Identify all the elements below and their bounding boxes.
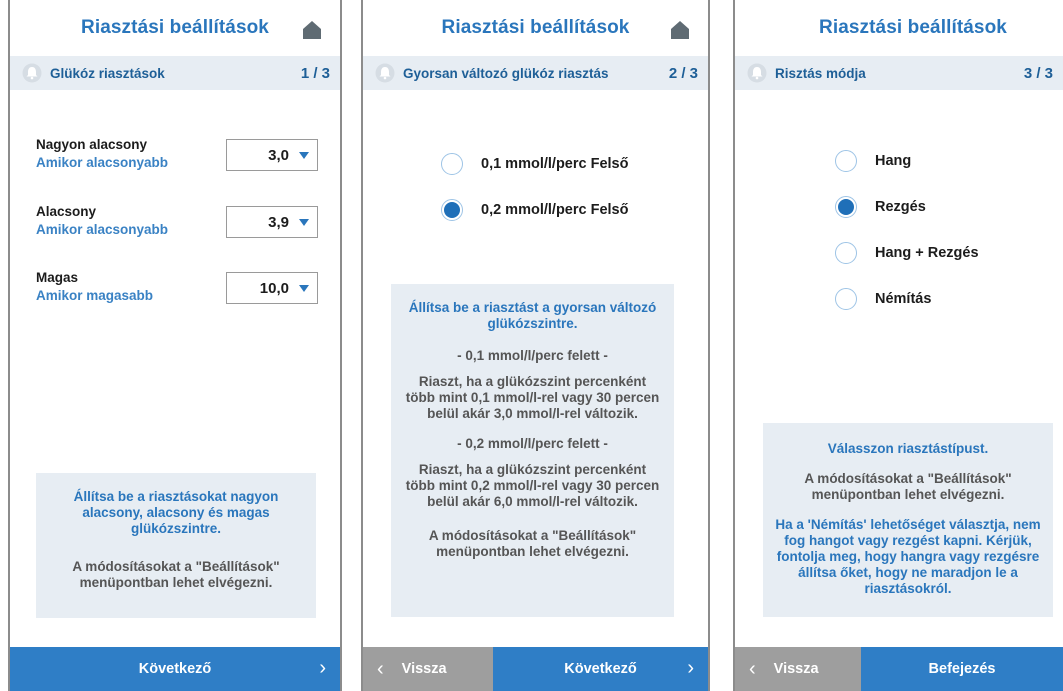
home-icon[interactable] [670, 20, 690, 40]
screen-glucose-alerts: Riasztási beállítások Glükóz riasztások … [8, 0, 342, 691]
info-heading-0-1: - 0,1 mmol/l/perc felett - [457, 348, 608, 363]
next-button-label: Következő [138, 661, 212, 677]
section-title: Risztás módja [775, 65, 866, 81]
info-text-0-2: Riaszt, ha a glükózszint percenként több… [405, 462, 660, 509]
home-icon[interactable] [302, 20, 322, 40]
dropdown-value: 3,0 [268, 146, 289, 164]
threshold-dropdown-very-low[interactable]: 3,0 [226, 139, 318, 171]
radio-button-selected[interactable] [835, 196, 857, 218]
back-button[interactable]: ‹ Vissza [735, 647, 861, 691]
section-title: Gyorsan változó glükóz riasztás [403, 65, 609, 81]
dropdown-arrow-icon [299, 151, 309, 159]
page-title: Riasztási beállítások [819, 17, 1007, 38]
section-header: Glükóz riasztások 1 / 3 [10, 56, 340, 90]
option-label: Rezgés [875, 199, 926, 215]
title-bar: Riasztási beállítások [363, 0, 708, 56]
alert-row-high: Magas Amikor magasabb 10,0 [36, 270, 318, 310]
section-title: Glükóz riasztások [50, 65, 165, 81]
mode-option-vibration[interactable]: Rezgés [835, 196, 926, 218]
dropdown-arrow-icon [299, 284, 309, 292]
next-button[interactable]: Következő › [10, 647, 340, 691]
info-box: Válasszon riasztástípust. A módosításoka… [763, 423, 1053, 617]
radio-button[interactable] [835, 288, 857, 310]
chevron-right-icon: › [319, 657, 326, 679]
info-instruction: Állítsa be a riasztásokat nagyon alacson… [73, 489, 279, 536]
bottom-bar: ‹ Vissza Befejezés [735, 647, 1063, 691]
dropdown-value: 3,9 [268, 213, 289, 231]
mode-option-sound-vibration[interactable]: Hang + Rezgés [835, 242, 979, 264]
step-indicator: 1 / 3 [300, 64, 330, 82]
next-button-label: Következő [564, 661, 637, 677]
next-button[interactable]: Következő › [493, 647, 708, 691]
info-instruction: Állítsa be a riasztást a gyorsan változó… [408, 300, 657, 331]
step-indicator: 3 / 3 [1023, 64, 1053, 82]
option-label: 0,1 mmol/l/perc Felső [481, 156, 629, 172]
chevron-left-icon: ‹ [749, 657, 756, 680]
screen-rapid-change-alert: Riasztási beállítások Gyorsan változó gl… [361, 0, 710, 691]
info-text-0-1: Riaszt, ha a glükózszint percenként több… [405, 374, 660, 421]
dropdown-arrow-icon [299, 218, 309, 226]
screen-alert-mode: Riasztási beállítások Risztás módja 3 / … [733, 0, 1063, 691]
mode-option-mute[interactable]: Némítás [835, 288, 931, 310]
info-mute-warning: Ha a 'Némítás' lehetőséget választja, ne… [775, 517, 1041, 596]
info-instruction: Válasszon riasztástípust. [827, 441, 989, 456]
option-label: 0,2 mmol/l/perc Felső [481, 202, 629, 218]
info-note: A módosításokat a "Beállítások" menüpont… [804, 471, 1012, 502]
bell-icon [747, 63, 767, 83]
option-label: Hang [875, 153, 912, 169]
bell-icon [22, 63, 42, 83]
finish-button[interactable]: Befejezés [861, 647, 1063, 691]
info-note: A módosításokat a "Beállítások" menüpont… [428, 528, 637, 559]
section-header: Gyorsan változó glükóz riasztás 2 / 3 [363, 56, 708, 90]
info-box: Állítsa be a riasztásokat nagyon alacson… [36, 473, 316, 618]
option-label: Némítás [875, 291, 932, 307]
radio-dot [444, 202, 460, 218]
alert-row-very-low: Nagyon alacsony Amikor alacsonyabb 3,0 [36, 137, 318, 177]
title-bar: Riasztási beállítások [735, 0, 1063, 56]
threshold-dropdown-low[interactable]: 3,9 [226, 206, 318, 238]
info-note: A módosításokat a "Beállítások" menüpont… [72, 559, 280, 590]
mode-option-sound[interactable]: Hang [835, 150, 911, 172]
bell-icon [375, 63, 395, 83]
back-button-label: Vissza [401, 661, 447, 677]
radio-button[interactable] [441, 153, 463, 175]
dropdown-value: 10,0 [259, 279, 289, 297]
page-title: Riasztási beállítások [81, 17, 269, 38]
step-indicator: 2 / 3 [668, 64, 698, 82]
info-heading-0-2: - 0,2 mmol/l/perc felett - [457, 436, 608, 451]
finish-button-label: Befejezés [928, 661, 996, 677]
page-title: Riasztási beállítások [441, 17, 630, 38]
title-bar: Riasztási beállítások [10, 0, 340, 56]
threshold-dropdown-high[interactable]: 10,0 [226, 272, 318, 304]
back-button-label: Vissza [773, 661, 819, 677]
radio-dot [838, 199, 854, 215]
bottom-bar: Következő › [10, 647, 340, 691]
alert-row-low: Alacsony Amikor alacsonyabb 3,9 [36, 204, 318, 244]
rate-option-0-1[interactable]: 0,1 mmol/l/perc Felső [441, 153, 628, 175]
chevron-left-icon: ‹ [377, 657, 384, 680]
radio-button[interactable] [835, 242, 857, 264]
back-button[interactable]: ‹ Vissza [363, 647, 493, 691]
radio-button[interactable] [835, 150, 857, 172]
rate-option-0-2[interactable]: 0,2 mmol/l/perc Felső [441, 199, 628, 221]
chevron-right-icon: › [687, 657, 694, 679]
radio-button-selected[interactable] [441, 199, 463, 221]
option-label: Hang + Rezgés [875, 245, 979, 261]
bottom-bar: ‹ Vissza Következő › [363, 647, 708, 691]
section-header: Risztás módja 3 / 3 [735, 56, 1063, 90]
info-box: Állítsa be a riasztást a gyorsan változó… [391, 284, 674, 617]
